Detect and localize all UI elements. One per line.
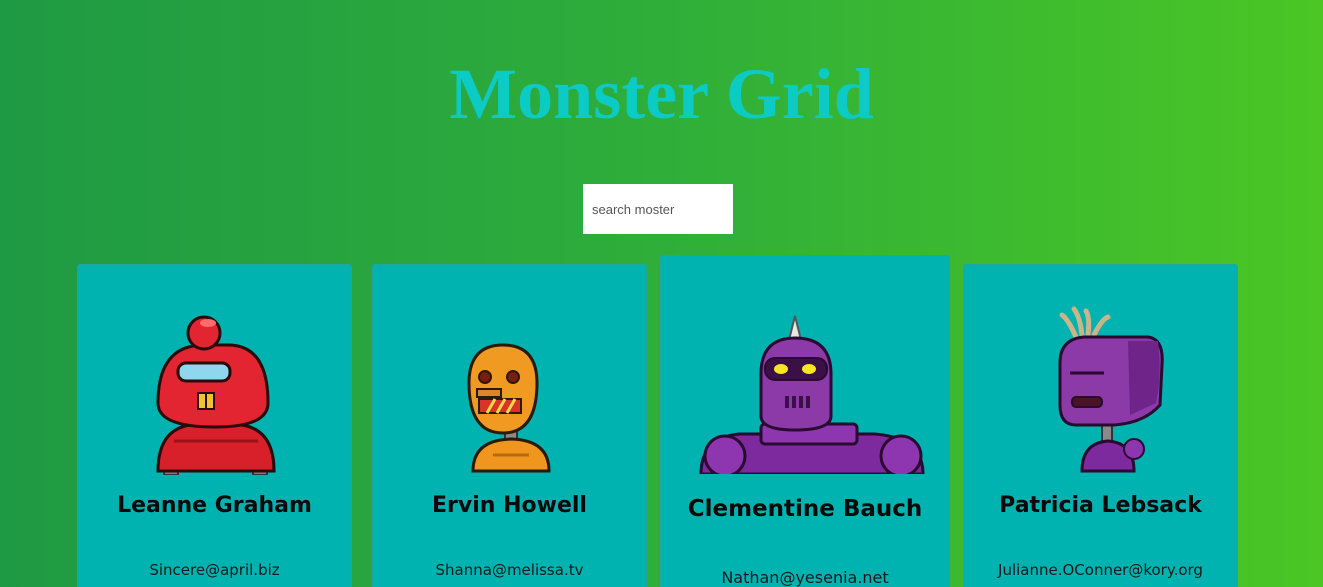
monster-email: Sincere@april.biz — [149, 561, 280, 579]
monster-name: Patricia Lebsack — [999, 493, 1202, 518]
monster-email: Nathan@yesenia.net — [721, 568, 889, 587]
red-robot-avatar-icon — [156, 315, 276, 475]
monster-card[interactable]: Leanne Graham Sincere@april.biz — [77, 264, 352, 587]
page-title: Monster Grid — [449, 54, 874, 134]
monster-email: Shanna@melissa.tv — [435, 561, 584, 579]
search-input[interactable] — [583, 184, 733, 234]
purple-robot-avatar-icon — [1058, 306, 1164, 473]
monster-card[interactable]: Ervin Howell Shanna@melissa.tv — [372, 264, 647, 587]
monster-name: Clementine Bauch — [687, 496, 923, 522]
monster-name: Ervin Howell — [432, 493, 587, 518]
purple-robot-avatar-icon — [699, 315, 925, 474]
orange-robot-avatar-icon — [467, 343, 551, 473]
monster-name: Leanne Graham — [117, 493, 312, 518]
monster-email: Julianne.OConner@kory.org — [998, 561, 1203, 579]
monster-card[interactable]: Clementine Bauch Nathan@yesenia.net — [660, 255, 950, 587]
monster-card[interactable]: Patricia Lebsack Julianne.OConner@kory.o… — [963, 264, 1238, 587]
